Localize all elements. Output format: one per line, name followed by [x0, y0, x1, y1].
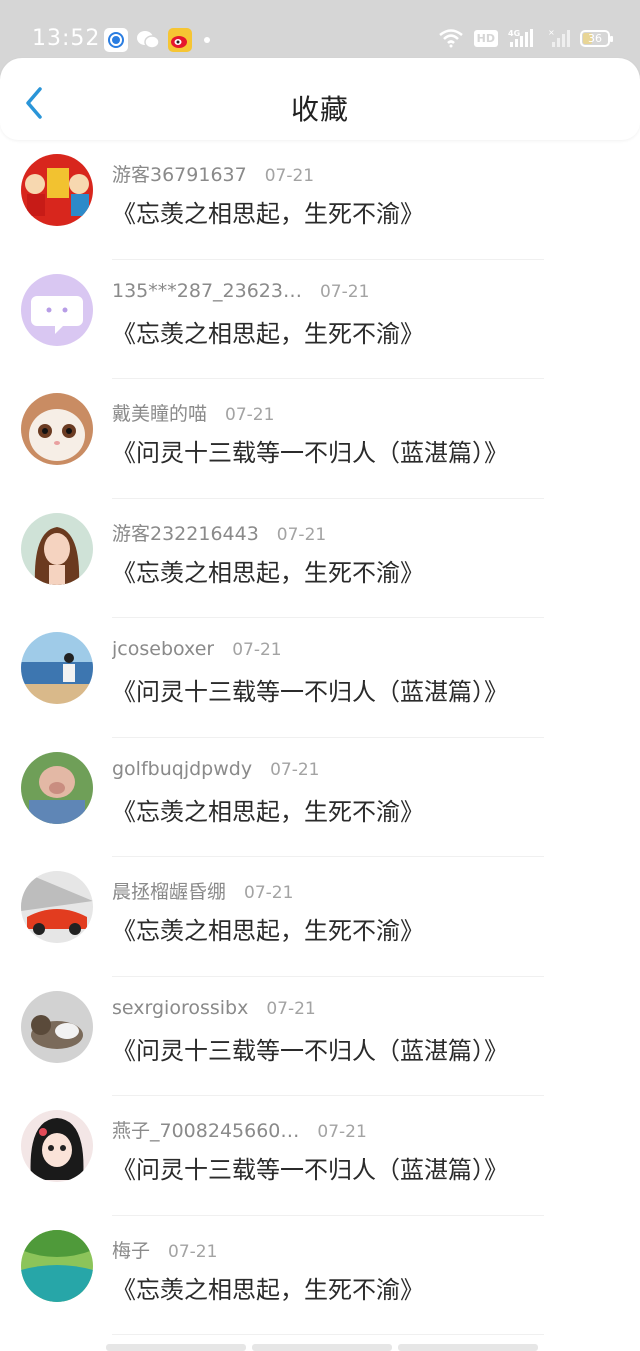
user-name[interactable]: golfbuqjdpwdy: [112, 758, 252, 780]
avatar[interactable]: [21, 512, 93, 585]
item-date: 07-21: [264, 166, 315, 186]
wechat-icon: [136, 28, 160, 52]
status-time: 13:52: [32, 26, 101, 51]
item-meta: 135***287_23623… 07-21: [112, 280, 369, 302]
story-title[interactable]: 《忘羡之相思起，生死不渝》: [112, 553, 424, 588]
item-date: 07-21: [232, 640, 282, 660]
story-title[interactable]: 《忘羡之相思起，生死不渝》: [112, 911, 424, 946]
item-meta: 游客232216443 07-21: [112, 519, 326, 546]
svg-text:4G: 4G: [508, 29, 520, 38]
user-name[interactable]: 戴美瞳的喵: [112, 399, 207, 426]
item-date: 07-21: [168, 1241, 218, 1262]
user-name[interactable]: 梅子: [112, 1236, 150, 1263]
nav-bar: 收藏: [0, 58, 640, 140]
user-name[interactable]: 游客232216443: [112, 519, 259, 546]
item-date: 07-21: [276, 524, 327, 545]
story-title[interactable]: 《忘羡之相思起，生死不渝》: [112, 1270, 424, 1305]
list-item[interactable]: 游客36791637 07-21 《忘羡之相思起，生死不渝》: [0, 140, 640, 260]
item-date: 07-21: [244, 883, 294, 903]
avatar[interactable]: [21, 871, 93, 943]
divider: [112, 1334, 544, 1335]
item-date: 07-21: [317, 1122, 367, 1142]
hd-icon: HD: [473, 29, 498, 47]
user-name[interactable]: 晨拯榴龌昏绷: [112, 877, 226, 904]
item-meta: sexrgiorossibx 07-21: [112, 997, 316, 1019]
story-title[interactable]: 《问灵十三载等一不归人（蓝湛篇）》: [112, 1150, 508, 1185]
signal-2-icon: ×: [548, 28, 570, 47]
story-title[interactable]: 《问灵十三载等一不归人（蓝湛篇）》: [112, 1031, 508, 1066]
user-name[interactable]: 游客36791637: [112, 160, 247, 187]
weibo-icon: [168, 28, 192, 52]
item-meta: 燕子_7008245660… 07-21: [112, 1116, 367, 1143]
avatar[interactable]: [21, 751, 93, 824]
item-date: 07-21: [319, 281, 370, 302]
battery-icon: 36: [580, 29, 613, 47]
item-meta: 梅子 07-21: [112, 1236, 217, 1263]
list-item[interactable]: 游客232216443 07-21 《忘羡之相思起，生死不渝》: [0, 499, 640, 618]
list-item[interactable]: sexrgiorossibx 07-21 《问灵十三载等一不归人（蓝湛篇）》: [0, 977, 640, 1096]
item-date: 07-21: [225, 405, 275, 425]
list-item[interactable]: 燕子_7008245660… 07-21 《问灵十三载等一不归人（蓝湛篇）》: [0, 1096, 640, 1216]
app-icon: [104, 28, 128, 52]
item-meta: golfbuqjdpwdy 07-21: [112, 758, 319, 780]
user-name[interactable]: sexrgiorossibx: [112, 997, 248, 1019]
item-meta: 晨拯榴龌昏绷 07-21: [112, 877, 293, 904]
item-meta: 游客36791637 07-21: [112, 160, 314, 187]
story-title[interactable]: 《问灵十三载等一不归人（蓝湛篇）》: [112, 672, 508, 707]
list-item[interactable]: golfbuqjdpwdy 07-21 《忘羡之相思起，生死不渝》: [0, 738, 640, 857]
page-title: 收藏: [290, 93, 349, 126]
story-title[interactable]: 《忘羡之相思起，生死不渝》: [112, 792, 424, 827]
avatar[interactable]: [21, 1229, 93, 1302]
signal-icon: 4G: [508, 29, 533, 47]
list-item[interactable]: 戴美瞳的喵 07-21 《问灵十三载等一不归人（蓝湛篇）》: [0, 379, 640, 499]
story-title[interactable]: 《忘羡之相思起，生死不渝》: [112, 314, 424, 349]
list-item[interactable]: 梅子 07-21 《忘羡之相思起，生死不渝》: [0, 1216, 640, 1335]
list-item[interactable]: 135***287_23623… 07-21 《忘羡之相思起，生死不渝》: [0, 260, 640, 379]
avatar[interactable]: [21, 273, 93, 346]
avatar[interactable]: [21, 990, 93, 1063]
item-meta: 戴美瞳的喵 07-21: [112, 399, 274, 426]
item-date: 07-21: [270, 759, 320, 780]
avatar[interactable]: [21, 393, 93, 465]
avatar[interactable]: [21, 632, 93, 704]
notification-icons: [104, 28, 210, 52]
avatar[interactable]: [21, 154, 93, 226]
user-name[interactable]: jcoseboxer: [112, 638, 214, 660]
svg-text:×: ×: [548, 28, 555, 37]
item-date: 07-21: [266, 998, 316, 1019]
story-title[interactable]: 《忘羡之相思起，生死不渝》: [112, 194, 424, 229]
avatar[interactable]: [21, 1110, 93, 1182]
bottom-peek: [106, 1344, 538, 1351]
story-title[interactable]: 《问灵十三载等一不归人（蓝湛篇）》: [112, 433, 508, 468]
user-name[interactable]: 135***287_23623…: [112, 280, 302, 302]
user-name[interactable]: 燕子_7008245660…: [112, 1116, 299, 1143]
list-item[interactable]: jcoseboxer 07-21 《问灵十三载等一不归人（蓝湛篇）》: [0, 618, 640, 738]
favorites-list: 游客36791637 07-21 《忘羡之相思起，生死不渝》 135***287_23…: [0, 140, 640, 1335]
more-dot-icon: [204, 37, 210, 43]
battery-text: 36: [588, 31, 602, 45]
item-meta: jcoseboxer 07-21: [112, 638, 282, 660]
system-status: HD 4G × 36: [438, 28, 613, 48]
list-item[interactable]: 晨拯榴龌昏绷 07-21 《忘羡之相思起，生死不渝》: [0, 857, 640, 977]
wifi-icon: [438, 29, 463, 48]
